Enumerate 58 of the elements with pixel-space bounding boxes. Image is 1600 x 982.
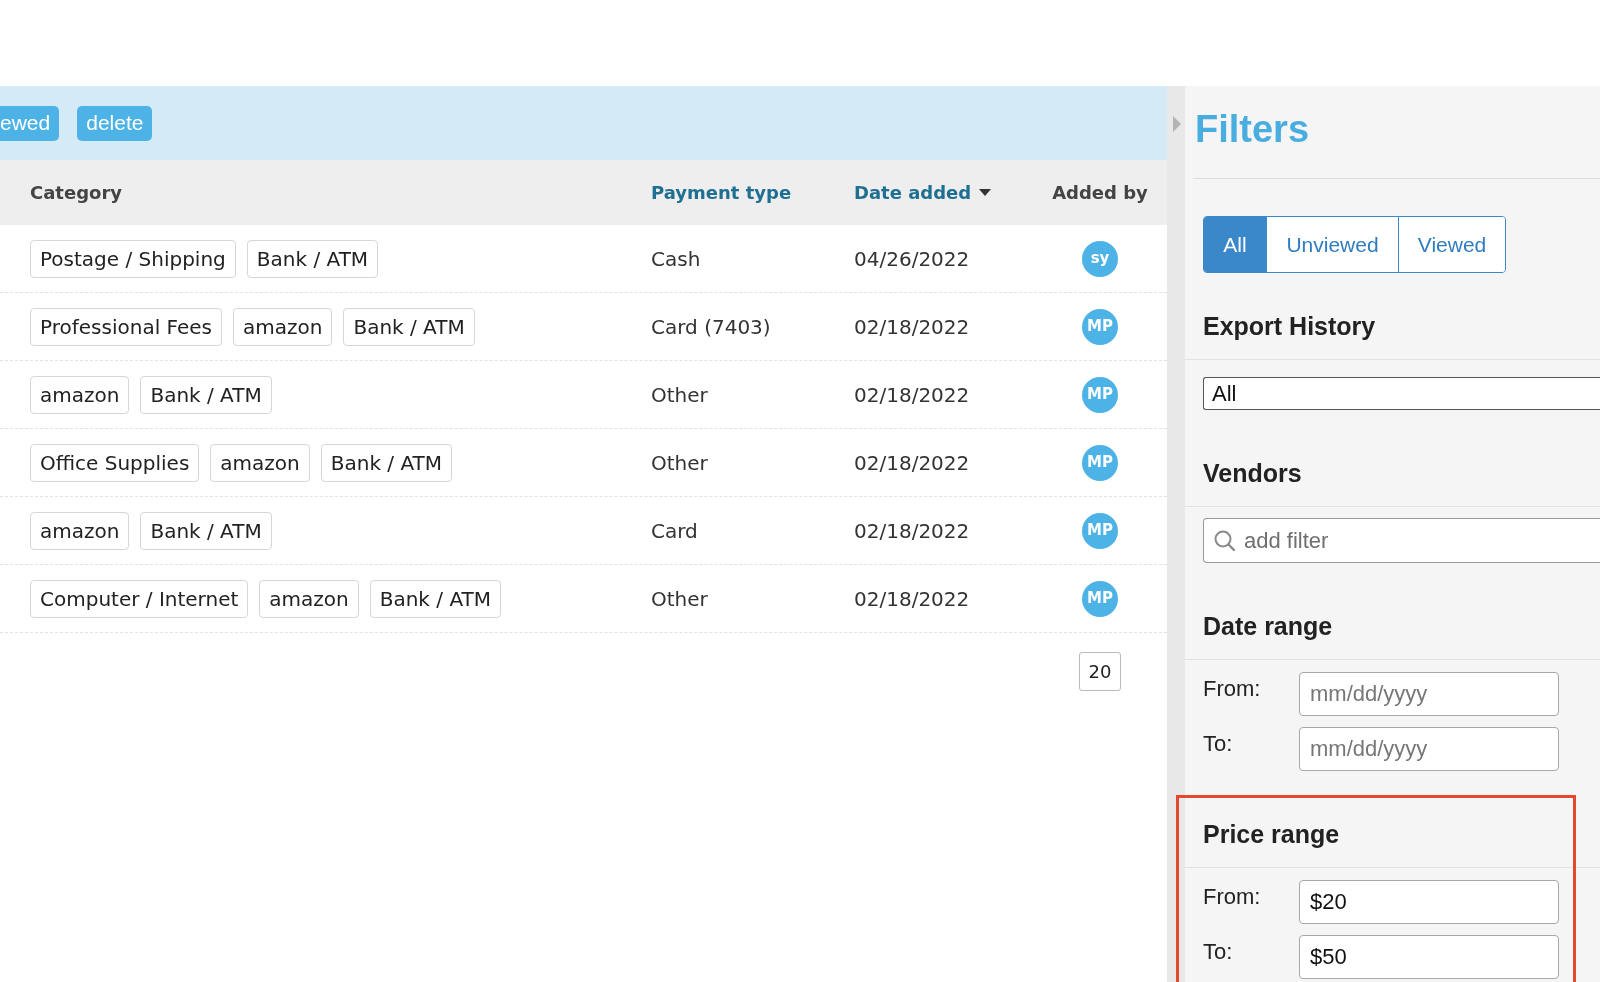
field-label: From: bbox=[1203, 678, 1261, 700]
view-tab[interactable]: Unviewed bbox=[1266, 217, 1398, 272]
view-tab[interactable]: All bbox=[1204, 217, 1266, 272]
view-tab[interactable]: Viewed bbox=[1398, 217, 1505, 272]
payment-type-text: Card (7403) bbox=[651, 313, 771, 341]
search-icon bbox=[1214, 530, 1235, 551]
user-avatar: MP bbox=[1082, 580, 1118, 617]
category-tag: Bank / ATM bbox=[320, 443, 453, 482]
field-label: To: bbox=[1203, 733, 1233, 755]
column-header: Added by bbox=[1052, 181, 1148, 205]
caret-icon[interactable] bbox=[1173, 116, 1181, 132]
vendor-search-field[interactable]: add filter bbox=[1203, 518, 1600, 563]
section-heading: Vendors bbox=[1203, 461, 1302, 486]
date-text: 02/18/2022 bbox=[854, 313, 970, 341]
payment-type-text: Other bbox=[651, 585, 708, 613]
category-tag: Bank / ATM bbox=[140, 511, 272, 550]
field-label: To: bbox=[1203, 941, 1233, 963]
category-tag: Bank / ATM bbox=[246, 239, 379, 278]
payment-type-text: Card bbox=[651, 517, 698, 545]
category-tag: Postage / Shipping bbox=[30, 239, 236, 278]
payment-type-text: Other bbox=[651, 381, 708, 409]
category-tag: Bank / ATM bbox=[343, 307, 475, 346]
price-input[interactable]: $50 bbox=[1299, 935, 1559, 979]
category-tag: amazon bbox=[259, 579, 359, 618]
column-header[interactable]: Payment type bbox=[651, 179, 792, 206]
category-tag: Office Supplies bbox=[30, 443, 200, 482]
filters-title: Filters bbox=[1195, 110, 1310, 148]
column-header: Category bbox=[30, 181, 123, 205]
user-avatar: MP bbox=[1082, 376, 1118, 413]
column-header[interactable]: Date added bbox=[854, 179, 972, 206]
page-size-box[interactable]: 20 bbox=[1079, 652, 1121, 691]
date-input[interactable]: mm/dd/yyyy bbox=[1299, 727, 1559, 771]
date-text: 04/26/2022 bbox=[854, 245, 970, 273]
user-avatar: MP bbox=[1082, 512, 1118, 549]
category-tag: amazon bbox=[30, 375, 130, 414]
user-avatar: sy bbox=[1082, 240, 1118, 277]
category-tag: Bank / ATM bbox=[369, 579, 501, 618]
category-tag: amazon bbox=[233, 307, 333, 346]
section-heading: Price range bbox=[1203, 822, 1340, 847]
user-avatar: MP bbox=[1082, 308, 1118, 345]
export-history-select[interactable]: All bbox=[1203, 377, 1600, 410]
payment-type-text: Other bbox=[651, 449, 708, 477]
category-tag: amazon bbox=[210, 443, 310, 482]
date-text: 02/18/2022 bbox=[854, 381, 970, 409]
user-avatar: MP bbox=[1082, 444, 1118, 481]
date-input[interactable]: mm/dd/yyyy bbox=[1299, 672, 1559, 716]
field-label: From: bbox=[1203, 886, 1261, 908]
category-tag: Computer / Internet bbox=[30, 579, 249, 618]
category-tag: Bank / ATM bbox=[140, 375, 272, 414]
date-text: 02/18/2022 bbox=[854, 449, 970, 477]
category-tag: amazon bbox=[30, 511, 130, 550]
category-tag: Professional Fees bbox=[30, 307, 222, 346]
section-heading: Date range bbox=[1203, 614, 1333, 639]
section-heading: Export History bbox=[1203, 314, 1376, 339]
payment-type-text: Cash bbox=[651, 245, 701, 273]
date-text: 02/18/2022 bbox=[854, 517, 970, 545]
date-text: 02/18/2022 bbox=[854, 585, 970, 613]
price-input[interactable]: $20 bbox=[1299, 880, 1559, 924]
